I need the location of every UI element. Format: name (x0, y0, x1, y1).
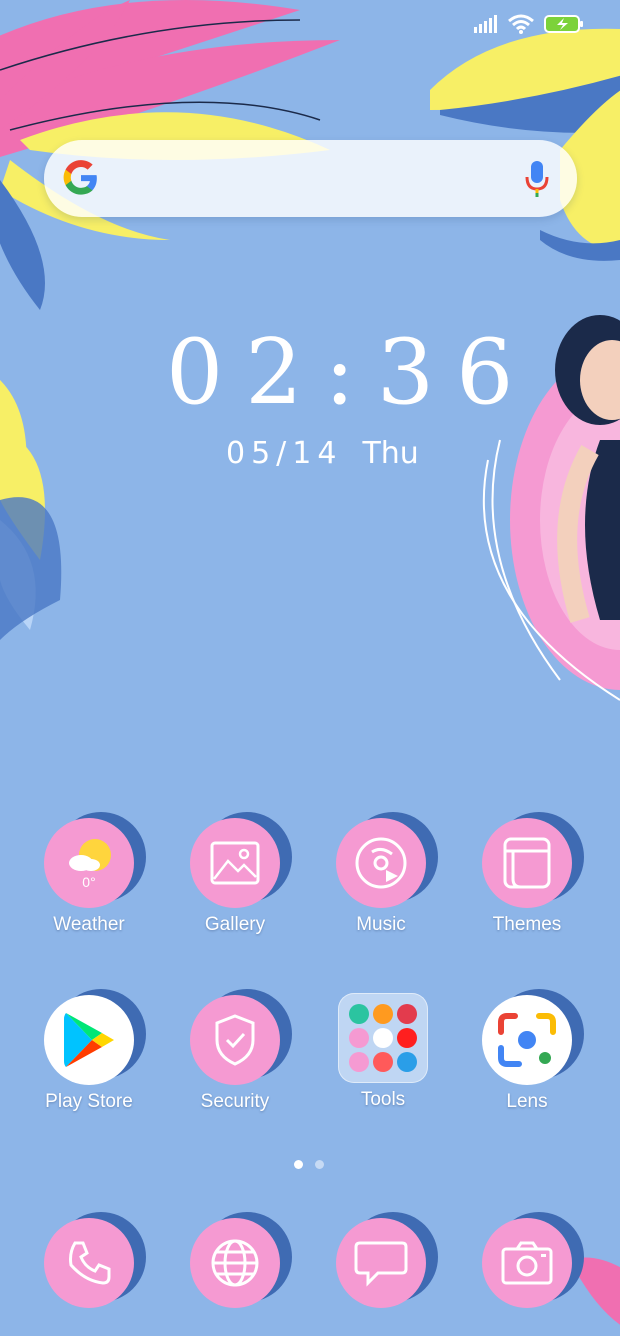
google-g-icon[interactable] (62, 159, 100, 197)
app-lens[interactable]: Lens (482, 989, 620, 1145)
dock-messages[interactable] (336, 1212, 482, 1336)
app-label: Lens (506, 1091, 548, 1112)
app-play-store[interactable]: Play Store (44, 989, 190, 1145)
play-store-icon (44, 995, 134, 1085)
app-label: Security (200, 1091, 270, 1112)
weather-icon: 0° (44, 818, 134, 908)
mic-icon[interactable] (525, 161, 549, 197)
battery-charging-icon (544, 15, 583, 33)
page-dot-active[interactable] (294, 1160, 303, 1169)
dock-browser[interactable] (190, 1212, 336, 1336)
app-label: Play Store (45, 1091, 133, 1112)
clock-date: 05/14 Thu (226, 436, 419, 471)
weather-temp: 0° (82, 874, 96, 890)
page-indicator[interactable] (294, 1160, 324, 1169)
app-label: Gallery (204, 914, 266, 935)
app-gallery[interactable]: Gallery (190, 812, 336, 968)
clock-time: 02:36 (166, 320, 536, 425)
status-bar (474, 14, 584, 34)
google-search-bar[interactable] (44, 140, 577, 217)
security-shield-icon (190, 995, 280, 1085)
google-lens-icon (482, 995, 572, 1085)
camera-icon (482, 1218, 572, 1308)
app-label: Weather (53, 914, 125, 935)
dock-phone[interactable] (44, 1212, 190, 1336)
message-icon (336, 1218, 426, 1308)
app-label: Tools (360, 1089, 406, 1110)
app-weather[interactable]: 0° Weather (44, 812, 190, 968)
wallpaper-leaves-left (0, 380, 62, 640)
app-label: Music (356, 914, 406, 935)
app-music[interactable]: Music (336, 812, 482, 968)
signal-icon (474, 15, 497, 33)
themes-icon (482, 818, 572, 908)
music-icon (336, 818, 426, 908)
folder-icon (338, 993, 428, 1083)
app-themes[interactable]: Themes (482, 812, 620, 968)
clock-widget[interactable]: 02:36 (166, 318, 536, 428)
phone-icon (44, 1218, 134, 1308)
wifi-icon (508, 14, 534, 34)
dock-camera[interactable] (482, 1212, 620, 1336)
globe-icon (190, 1218, 280, 1308)
weekday-text: Thu (362, 436, 419, 471)
app-tools-folder[interactable]: Tools (338, 993, 484, 1143)
app-security[interactable]: Security (190, 989, 336, 1145)
page-dot[interactable] (315, 1160, 324, 1169)
app-label: Themes (492, 914, 562, 935)
date-text: 05/14 (226, 436, 343, 471)
gallery-icon (190, 818, 280, 908)
